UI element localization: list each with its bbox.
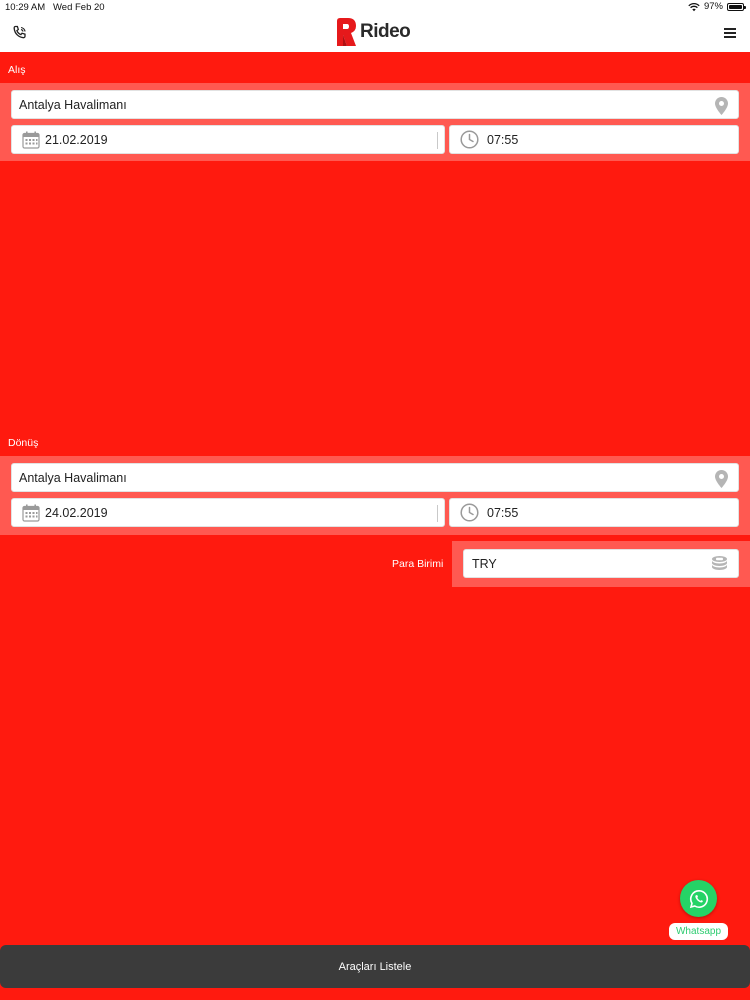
return-location-field[interactable]: Antalya Havalimanı (11, 463, 739, 492)
list-cars-button[interactable]: Araçları Listele (0, 945, 750, 988)
return-section-label: Dönüş (8, 437, 39, 449)
return-location-value: Antalya Havalimanı (19, 470, 127, 485)
currency-select[interactable]: TRY (463, 549, 739, 578)
logo-mark-icon (337, 18, 356, 46)
return-time-field[interactable]: 07:55 (449, 498, 739, 527)
currency-value: TRY (472, 556, 497, 571)
return-panel: Antalya Havalimanı 24.02.2019 07:55 (0, 456, 750, 535)
status-time: 10:29 AM (5, 2, 46, 13)
status-right: 97% (688, 1, 746, 12)
pickup-location-value: Antalya Havalimanı (19, 97, 127, 112)
currency-label: Para Birimi (392, 558, 444, 570)
return-date-field[interactable]: 24.02.2019 (11, 498, 445, 527)
location-pin-icon (715, 97, 728, 115)
pickup-time-field[interactable]: 07:55 (449, 125, 739, 154)
return-time-value: 07:55 (487, 505, 519, 520)
clock-icon (460, 503, 479, 522)
pickup-panel: Antalya Havalimanı 21.02.2019 07:55 (0, 83, 750, 161)
pickup-date-value: 21.02.2019 (45, 132, 108, 147)
calendar-icon (22, 131, 40, 149)
status-bar: 10:29 AM Wed Feb 20 97% (0, 0, 750, 14)
whatsapp-label[interactable]: Whatsapp (669, 923, 728, 940)
location-pin-icon (715, 470, 728, 488)
field-divider (437, 132, 438, 149)
battery-percent: 97% (703, 1, 723, 12)
return-date-value: 24.02.2019 (45, 505, 108, 520)
field-divider (437, 505, 438, 522)
currency-panel: TRY (452, 541, 750, 587)
pickup-section-label: Alış (8, 64, 26, 76)
whatsapp-button[interactable] (680, 880, 717, 917)
hamburger-menu-icon[interactable] (724, 28, 736, 38)
money-stack-icon (712, 556, 727, 570)
calendar-icon (22, 504, 40, 522)
whatsapp-icon (689, 889, 708, 908)
pickup-date-field[interactable]: 21.02.2019 (11, 125, 445, 154)
logo-text: Rideo (360, 21, 411, 42)
clock-icon (460, 130, 479, 149)
battery-icon (727, 2, 746, 11)
wifi-icon (688, 2, 700, 11)
pickup-location-field[interactable]: Antalya Havalimanı (11, 90, 739, 119)
phone-icon[interactable] (12, 25, 28, 41)
status-date: Wed Feb 20 (53, 2, 105, 13)
app-header: Rideo (0, 14, 750, 52)
rideo-logo[interactable]: Rideo (335, 18, 411, 46)
pickup-time-value: 07:55 (487, 132, 519, 147)
